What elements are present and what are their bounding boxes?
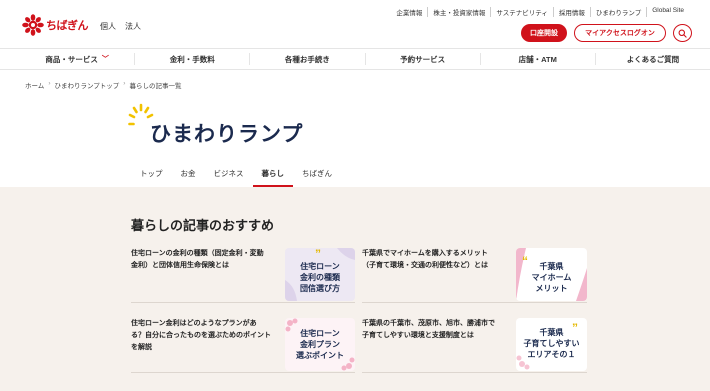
search-button[interactable] xyxy=(673,24,692,42)
article-thumbnail: ” 住宅ローン 金利の種類 団信選び方 xyxy=(285,248,355,301)
link-global-site[interactable]: Global Site xyxy=(646,7,689,17)
logo-text: ちばぎん xyxy=(46,19,89,32)
quote-mark-icon: ” xyxy=(315,248,321,261)
gnav-label: 金利・手数料 xyxy=(169,54,215,64)
global-nav: 商品・サービス ﹀ 金利・手数料 各種お手続き 予約サービス 店舗・ATM よく… xyxy=(0,48,710,70)
tab-top[interactable]: トップ xyxy=(131,163,172,187)
gnav-label: 予約サービス xyxy=(400,54,446,64)
gnav-label: 店舗・ATM xyxy=(518,54,557,64)
segment-corporate[interactable]: 法人 xyxy=(125,21,141,32)
link-corporate-info[interactable]: 企業情報 xyxy=(391,7,427,17)
gnav-label: 商品・サービス xyxy=(45,54,98,64)
utility-links: 企業情報 株主・投資家情報 サステナビリティ 採用情報 ひまわりランプ Glob… xyxy=(391,7,689,17)
article-title: 千葉県の千葉市、茂原市、旭市、勝浦市で 子育てしやすい環境と支援制度とは xyxy=(362,320,495,339)
sunflower-logo-icon xyxy=(22,14,44,36)
article-thumbnail: “ 千葉県 マイホーム メリット xyxy=(516,248,587,301)
article-thumbnail: 住宅ローン 金利プラン 選ぶポイント xyxy=(285,318,355,371)
breadcrumb-separator-icon: › xyxy=(123,80,126,87)
link-himawari-lamp[interactable]: ひまわりランプ xyxy=(589,7,646,17)
section-title: 暮らしの記事のおすすめ xyxy=(131,218,275,233)
chevron-down-icon: ﹀ xyxy=(101,56,109,63)
gnav-rates-fees[interactable]: 金利・手数料 xyxy=(134,53,249,65)
link-investor-relations[interactable]: 株主・投資家情報 xyxy=(427,7,490,17)
tab-chibagin[interactable]: ちばぎん xyxy=(293,163,341,187)
link-recruit[interactable]: 採用情報 xyxy=(552,7,590,17)
open-account-button[interactable]: 口座開設 xyxy=(521,24,567,42)
gnav-label: よくあるご質問 xyxy=(626,54,680,64)
recommended-section xyxy=(0,187,710,391)
article-title: 住宅ローンの金利の種類（固定金利・変動 金利）と団体信用生命保険とは xyxy=(131,250,264,269)
gnav-label: 各種お手続き xyxy=(284,54,330,64)
gnav-procedures[interactable]: 各種お手続き xyxy=(249,53,364,65)
article-title: 千葉県でマイホームを購入するメリット （子育て環境・交通の利便性など）とは xyxy=(362,250,488,269)
search-icon xyxy=(678,29,687,38)
gnav-products-services[interactable]: 商品・サービス ﹀ xyxy=(0,53,134,65)
article-title: 住宅ローン金利はどのようなプランがあ る？自分に合ったものを選ぶためのポイント … xyxy=(131,320,271,351)
article-card[interactable]: 千葉県でマイホームを購入するメリット （子育て環境・交通の利便性など）とは “ … xyxy=(362,248,587,303)
tab-money[interactable]: お金 xyxy=(172,163,205,187)
breadcrumb-himawari-top[interactable]: ひまわりランプトップ xyxy=(54,80,119,90)
breadcrumb-current: 暮らしの記事一覧 xyxy=(129,83,182,90)
segment-switch: 個人 法人 xyxy=(100,21,141,32)
gnav-reservation[interactable]: 予約サービス xyxy=(364,53,480,65)
segment-personal[interactable]: 個人 xyxy=(100,21,116,32)
link-sustainability[interactable]: サステナビリティ xyxy=(490,7,552,17)
tab-living[interactable]: 暮らし xyxy=(252,163,293,187)
category-tabs: トップ お金 ビジネス 暮らし ちばぎん xyxy=(131,163,341,187)
tab-business[interactable]: ビジネス xyxy=(205,163,253,187)
gnav-branches-atm[interactable]: 店舗・ATM xyxy=(479,53,595,65)
article-card[interactable]: 住宅ローン金利はどのようなプランがあ る？自分に合ったものを選ぶためのポイント … xyxy=(131,318,355,373)
breadcrumb-home[interactable]: ホーム xyxy=(25,80,44,90)
gnav-faq[interactable]: よくあるご質問 xyxy=(594,53,710,65)
access-login-button[interactable]: マイアクセスログオン xyxy=(574,24,666,42)
breadcrumb: ホーム › ひまわりランプトップ › 暮らしの記事一覧 xyxy=(25,80,181,90)
site-header: ちばぎん 個人 法人 企業情報 株主・投資家情報 サステナビリティ 採用情報 ひ… xyxy=(0,0,710,48)
article-card[interactable]: 千葉県の千葉市、茂原市、旭市、勝浦市で 子育てしやすい環境と支援制度とは ” 千… xyxy=(362,318,587,373)
article-card[interactable]: 住宅ローンの金利の種類（固定金利・変動 金利）と団体信用生命保険とは ” 住宅ロ… xyxy=(131,248,355,303)
breadcrumb-separator-icon: › xyxy=(48,80,51,87)
article-thumbnail: ” 千葉県 子育てしやすい エリアその１ xyxy=(516,318,587,371)
chibagin-logo[interactable]: ちばぎん xyxy=(22,14,89,36)
himawari-lamp-title[interactable]: ひまわりランプ xyxy=(150,118,303,148)
